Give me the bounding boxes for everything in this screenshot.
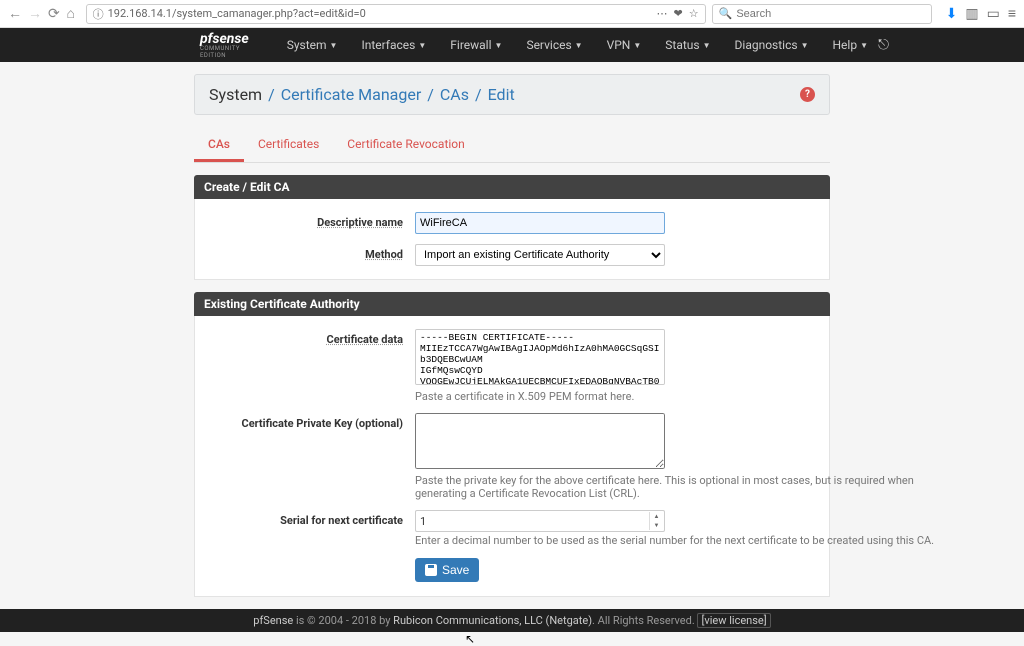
tab-cert-revocation[interactable]: Certificate Revocation xyxy=(333,129,478,162)
url-text: 192.168.14.1/system_camanager.php?act=ed… xyxy=(108,7,366,20)
crumb-system[interactable]: System xyxy=(209,85,262,104)
private-key-textarea[interactable] xyxy=(415,413,665,469)
back-button[interactable]: ← xyxy=(8,4,22,24)
more-icon[interactable]: ⋯ xyxy=(657,7,668,20)
label-certificate-data: Certificate data xyxy=(327,333,403,346)
tabs: CAs Certificates Certificate Revocation xyxy=(194,129,830,163)
help-icon[interactable]: ? xyxy=(800,87,815,102)
menu-icon[interactable]: ≡ xyxy=(1008,5,1016,22)
menu-help[interactable]: Help▼ xyxy=(823,32,879,58)
spinner-up-icon[interactable]: ▲ xyxy=(649,512,663,521)
home-button[interactable]: ⌂ xyxy=(66,4,76,24)
pocket-icon[interactable]: ❤ xyxy=(674,7,683,20)
library-icon[interactable]: ▥ xyxy=(965,6,978,22)
crumb-certmanager[interactable]: Certificate Manager xyxy=(281,85,422,104)
search-input[interactable] xyxy=(736,8,924,20)
panel-create-edit-head: Create / Edit CA xyxy=(194,175,830,199)
menu-status[interactable]: Status▼ xyxy=(655,32,720,58)
star-icon[interactable]: ☆ xyxy=(689,7,699,20)
crumb-edit: Edit xyxy=(488,85,515,104)
brand-logo[interactable]: pfsense COMMUNITY EDITION xyxy=(200,31,249,59)
logout-icon[interactable]: ⎋ xyxy=(878,37,889,53)
tab-cas[interactable]: CAs xyxy=(194,129,244,162)
menu-system[interactable]: System▼ xyxy=(277,32,348,58)
reload-button[interactable]: ⟳ xyxy=(48,4,60,24)
label-method: Method xyxy=(365,248,403,261)
search-icon: 🔍 xyxy=(719,7,733,20)
menu-diagnostics[interactable]: Diagnostics▼ xyxy=(725,32,819,58)
save-icon xyxy=(425,564,437,576)
footer-company[interactable]: Rubicon Communications, LLC (Netgate) xyxy=(393,614,592,627)
tab-certificates[interactable]: Certificates xyxy=(244,129,333,162)
label-descriptive-name: Descriptive name xyxy=(317,216,403,229)
label-private-key: Certificate Private Key (optional) xyxy=(242,417,404,430)
downloads-icon[interactable]: ⬇ xyxy=(946,6,958,22)
crumb-cas[interactable]: CAs xyxy=(440,85,469,104)
footer-brand[interactable]: pfSense xyxy=(253,614,293,627)
cursor-icon: ↖ xyxy=(465,632,475,646)
certificate-data-textarea[interactable]: -----BEGIN CERTIFICATE----- MIIEzTCCA7Wg… xyxy=(415,329,665,385)
breadcrumb: System / Certificate Manager / CAs / Edi… xyxy=(194,74,830,115)
method-select[interactable]: Import an existing Certificate Authority xyxy=(415,244,665,266)
panel-existing-ca-head: Existing Certificate Authority xyxy=(194,292,830,316)
footer: pfSense is © 2004 - 2018 by Rubicon Comm… xyxy=(0,609,1024,632)
serial-hint: Enter a decimal number to be used as the… xyxy=(415,534,935,547)
top-navbar: pfsense COMMUNITY EDITION System▼ Interf… xyxy=(0,28,1024,62)
menu-vpn[interactable]: VPN▼ xyxy=(597,32,652,58)
menu-interfaces[interactable]: Interfaces▼ xyxy=(351,32,436,58)
save-button[interactable]: Save xyxy=(415,558,479,582)
site-info-icon: ⓘ xyxy=(93,6,104,22)
menu-services[interactable]: Services▼ xyxy=(516,32,592,58)
spinner-down-icon[interactable]: ▼ xyxy=(649,521,663,530)
certificate-data-hint: Paste a certificate in X.509 PEM format … xyxy=(415,390,665,403)
label-serial: Serial for next certificate xyxy=(280,514,403,527)
private-key-hint: Paste the private key for the above cert… xyxy=(415,474,935,500)
serial-input[interactable]: 1 ▲▼ xyxy=(415,510,665,532)
view-license-link[interactable]: [view license] xyxy=(697,613,770,628)
address-bar[interactable]: ⓘ 192.168.14.1/system_camanager.php?act=… xyxy=(86,4,706,24)
descriptive-name-input[interactable] xyxy=(415,212,665,234)
search-box[interactable]: 🔍 xyxy=(712,4,932,24)
forward-button[interactable]: → xyxy=(28,4,42,24)
sidebar-icon[interactable]: ▭ xyxy=(987,6,1000,22)
browser-toolbar: ← → ⟳ ⌂ ⓘ 192.168.14.1/system_camanager.… xyxy=(0,0,1024,28)
menu-firewall[interactable]: Firewall▼ xyxy=(440,32,512,58)
